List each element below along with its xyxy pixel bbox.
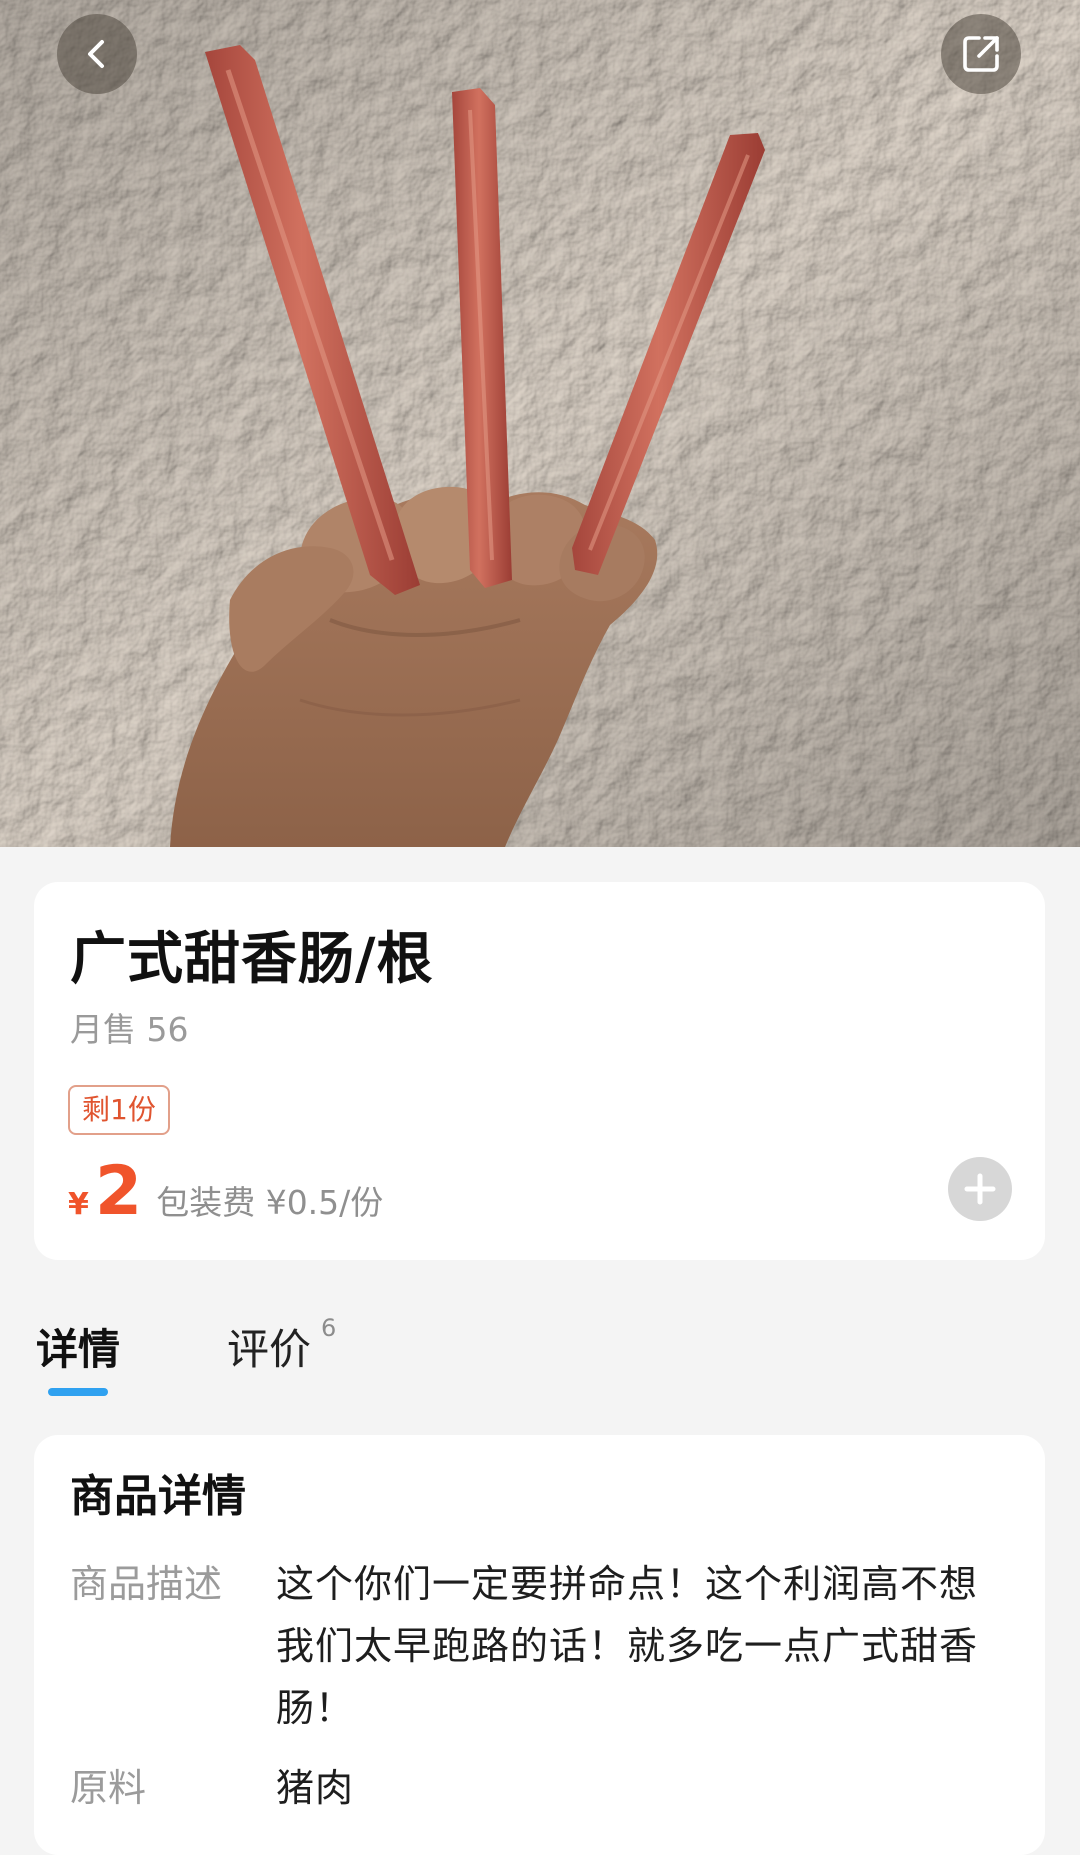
add-to-cart-button[interactable]: [948, 1157, 1012, 1221]
share-button[interactable]: [941, 14, 1021, 94]
price-row: ¥ 2 包装费 ¥0.5/份: [68, 1154, 383, 1230]
plus-icon: [964, 1173, 996, 1205]
tab-details[interactable]: 详情: [36, 1320, 120, 1400]
product-name: 广式甜香肠/根: [70, 927, 434, 992]
active-tab-indicator: [48, 1388, 108, 1396]
detail-key: 原料: [70, 1766, 147, 1810]
detail-value: 这个你们一定要拼命点！这个利润高不想我们太早跑路的话！就多吃一点广式甜香肠！: [276, 1562, 979, 1730]
chevron-left-icon: [88, 40, 104, 68]
tab-details-label: 详情: [36, 1325, 121, 1374]
product-image: [0, 0, 1080, 847]
back-button[interactable]: [57, 14, 137, 94]
product-photo: [0, 0, 1080, 847]
share-external-icon: [963, 36, 999, 72]
detail-key: 商品描述: [70, 1562, 223, 1606]
product-info-card: 广式甜香肠/根 月售 56 剩1份 ¥ 2 包装费 ¥0.5/份: [34, 882, 1045, 1260]
price-value: 2: [94, 1152, 143, 1231]
monthly-sales: 月售 56: [70, 1010, 189, 1049]
stock-badge: 剩1份: [68, 1085, 170, 1135]
details-title: 商品详情: [70, 1471, 246, 1522]
currency-symbol: ¥: [68, 1187, 89, 1222]
detail-value: 猪肉: [276, 1766, 355, 1810]
review-count: 6: [321, 1314, 337, 1342]
product-details-card: 商品详情 商品描述 这个你们一定要拼命点！这个利润高不想我们太早跑路的话！就多吃…: [34, 1435, 1045, 1855]
tab-reviews-label: 评价: [227, 1325, 312, 1374]
packing-fee: 包装费 ¥0.5/份: [156, 1183, 384, 1222]
tab-reviews[interactable]: 评价 6: [227, 1314, 336, 1400]
tab-bar: 详情 评价 6: [0, 1314, 1080, 1400]
